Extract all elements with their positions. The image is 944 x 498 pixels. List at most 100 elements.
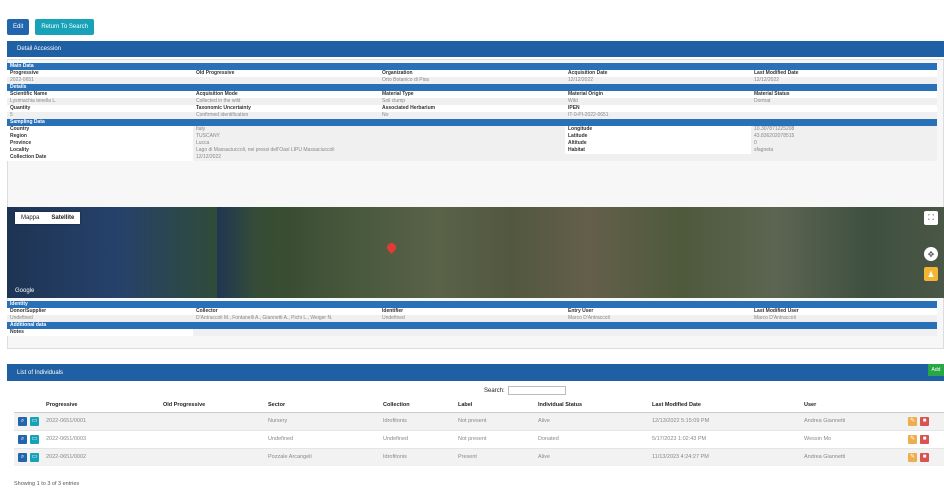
cell: Alive (534, 411, 648, 430)
label: Quantity (7, 105, 193, 112)
toolbar: Edit Return To Search (7, 19, 94, 37)
location-pin-icon[interactable] (385, 241, 398, 254)
label: Longitude (565, 126, 751, 133)
value: 12/12/2022 (193, 154, 379, 161)
column-header (14, 398, 42, 413)
fullscreen-icon[interactable]: ⛶ (924, 211, 938, 225)
value: 10.307871225208 (751, 126, 937, 133)
info-icon[interactable]: ▭ (30, 434, 39, 444)
view-icon[interactable]: ⌕ (18, 416, 27, 426)
section-title: Additional data (7, 322, 937, 329)
value: Lucca (193, 140, 379, 147)
notes-value (193, 329, 937, 336)
label: Progressive (7, 70, 193, 77)
tab-map[interactable]: Mappa (15, 212, 45, 224)
value: sfagneta (751, 147, 937, 154)
return-to-search-button[interactable]: Return To Search (35, 19, 94, 35)
cell: 2022-0651/0002 (42, 447, 159, 466)
label: Region (7, 133, 193, 140)
add-button[interactable]: Add (928, 364, 944, 376)
label: Collector (193, 308, 379, 315)
table-row: ⌕ ▭ 2022-0651/0001 Nursery Idrofitonis No… (14, 411, 944, 430)
value: Lysimachia tenella L. (7, 98, 193, 105)
table-info: Showing 1 to 3 of 3 entries (14, 481, 80, 487)
label: Material Origin (565, 91, 751, 98)
value (193, 77, 379, 84)
table-search: Search: (484, 386, 566, 395)
label: Associated Herbarium (379, 105, 565, 112)
tab-satellite[interactable]: Satellite (45, 212, 80, 224)
label: Habitat (565, 147, 751, 154)
label: Altitude (565, 140, 751, 147)
label: Entry User (565, 308, 751, 315)
cell: Wessin Mo (800, 429, 904, 448)
label: IPEN (565, 105, 751, 112)
view-icon[interactable]: ⌕ (18, 452, 27, 462)
value: 2022-0651 (7, 77, 193, 84)
individuals-table: Progressive Old Progressive Sector Colle… (14, 398, 944, 466)
value (751, 154, 937, 161)
google-logo: Google (15, 288, 35, 294)
cell: Undefined (264, 429, 379, 448)
label: Province (7, 140, 193, 147)
edit-icon[interactable]: ✎ (908, 434, 917, 444)
column-header[interactable]: Collection (379, 398, 454, 413)
identity-section: Identity Donor/Supplier Collector Identi… (7, 301, 937, 336)
value: Undefined (7, 315, 193, 322)
value: TUSCANY (193, 133, 379, 140)
label: Country (7, 126, 193, 133)
label: Acquisition Date (565, 70, 751, 77)
cell: Idrofitonis (379, 411, 454, 430)
value: 5 (7, 112, 193, 119)
delete-icon[interactable]: ■ (920, 434, 929, 444)
value: 43.836202078515 (751, 133, 937, 140)
label (751, 105, 937, 112)
satellite-map[interactable]: Mappa Satellite ⛶ ✥ ♟ Google (7, 207, 944, 298)
value: Collected in the wild (193, 98, 379, 105)
value: Italy (193, 126, 379, 133)
cell: Undefined (379, 429, 454, 448)
value: Wild (565, 98, 751, 105)
search-label: Search: (484, 387, 505, 394)
edit-button[interactable]: Edit (7, 19, 30, 35)
section-title: Sampling Data (7, 119, 937, 126)
value (379, 133, 565, 140)
label: Acquisition Mode (193, 91, 379, 98)
cell: Present (454, 447, 534, 466)
column-header[interactable]: Individual Status (534, 398, 648, 413)
column-header[interactable]: Progressive (42, 398, 159, 413)
value: 0 (751, 140, 937, 147)
edit-icon[interactable]: ✎ (908, 416, 917, 426)
label: Organization (379, 70, 565, 77)
cell: Donated (534, 429, 648, 448)
delete-icon[interactable]: ■ (920, 452, 929, 462)
value: Orto Botanico di Pisa (379, 77, 565, 84)
column-header[interactable]: User (800, 398, 904, 413)
detail-accession-header: Detail Accession (7, 41, 944, 57)
cell (159, 411, 264, 430)
map-type-tabs: Mappa Satellite (15, 212, 81, 224)
label: Identifier (379, 308, 565, 315)
cell: Pozzale Arcangeli (264, 447, 379, 466)
column-header[interactable]: Old Progressive (159, 398, 264, 413)
info-icon[interactable]: ▭ (30, 452, 39, 462)
cell: Andrea Giannetti (800, 447, 904, 466)
edit-icon[interactable]: ✎ (908, 452, 917, 462)
cell: 11/13/2023 4:24:27 PM (648, 447, 800, 466)
compass-icon[interactable]: ✥ (924, 247, 938, 261)
value: 12/12/2022 (751, 77, 937, 84)
column-header[interactable]: Label (454, 398, 534, 413)
cell: 2022-0651/0001 (42, 411, 159, 430)
label: Latitude (565, 133, 751, 140)
column-header[interactable]: Last Modified Date (648, 398, 800, 413)
column-header[interactable]: Sector (264, 398, 379, 413)
street-view-icon[interactable]: ♟ (924, 267, 938, 281)
search-input[interactable] (507, 386, 566, 395)
value: Marco D'Antraccoli (565, 315, 751, 322)
value: D'Antraccoli M., Fontanelli A., Giannett… (193, 315, 379, 322)
view-icon[interactable]: ⌕ (18, 434, 27, 444)
delete-icon[interactable]: ■ (920, 416, 929, 426)
info-icon[interactable]: ▭ (30, 416, 39, 426)
section-title: Identity (7, 301, 937, 308)
label: Taxonomic Uncertainty (193, 105, 379, 112)
